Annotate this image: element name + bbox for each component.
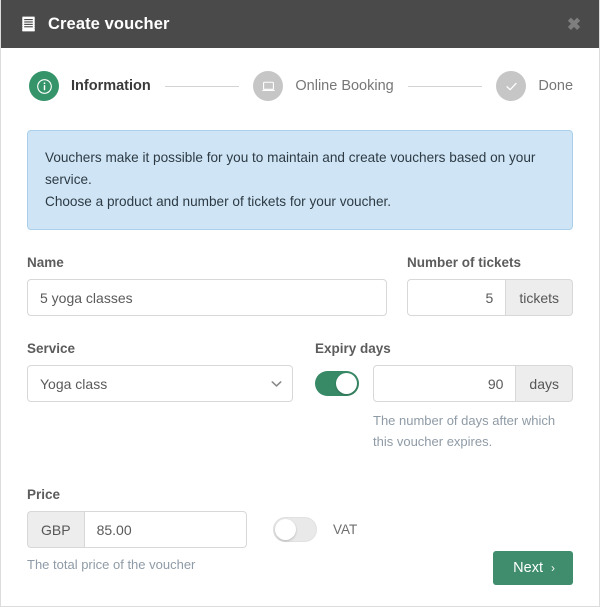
step-done-label: Done xyxy=(538,78,574,94)
expiry-days-input[interactable] xyxy=(373,365,517,403)
step-online-booking-circle xyxy=(253,71,284,101)
info-circle-icon xyxy=(36,78,52,94)
step-information-label: Information xyxy=(71,78,151,94)
vat-label: VAT xyxy=(333,522,358,538)
vat-toggle[interactable] xyxy=(273,517,317,543)
price-controls: GBP VAT xyxy=(27,511,573,549)
vat-toggle-knob xyxy=(275,519,296,541)
field-tickets: Number of tickets tickets xyxy=(387,255,573,317)
expiry-label: Expiry days xyxy=(315,341,391,357)
tickets-input-group: tickets xyxy=(407,279,573,317)
currency-addon: GBP xyxy=(27,511,84,549)
monitor-icon xyxy=(262,81,275,91)
row-service-expiry: Service Yoga class Expiry days 90 days T… xyxy=(27,341,573,452)
expiry-controls: days xyxy=(315,365,573,403)
next-button[interactable]: Next › xyxy=(493,550,573,585)
price-input-group: GBP xyxy=(27,511,247,549)
expiry-input-group: days xyxy=(373,365,573,403)
info-alert-line-1: Vouchers make it possible for you to mai… xyxy=(45,150,536,188)
expiry-toggle[interactable] xyxy=(315,371,359,397)
step-online-booking[interactable]: Online Booking xyxy=(253,71,394,101)
close-icon[interactable]: ✖ xyxy=(565,15,583,33)
modal-footer: Next › xyxy=(493,550,573,585)
chevron-right-icon: › xyxy=(551,560,555,575)
name-label: Name xyxy=(27,255,64,271)
price-label: Price xyxy=(27,487,61,503)
step-information[interactable]: Information xyxy=(29,71,151,101)
next-button-label: Next xyxy=(513,559,543,576)
name-input[interactable] xyxy=(27,279,387,317)
step-online-booking-label: Online Booking xyxy=(295,78,394,94)
service-label: Service xyxy=(27,341,76,357)
wizard-stepper: Information Online Booking Done xyxy=(27,71,573,101)
tickets-label: Number of tickets xyxy=(407,255,522,271)
step-connector-1 xyxy=(164,85,240,87)
expiry-toggle-knob xyxy=(336,373,357,395)
modal-header: Create voucher ✖ xyxy=(1,0,599,48)
info-alert: Vouchers make it possible for you to mai… xyxy=(27,130,573,231)
field-name: Name xyxy=(27,255,387,317)
check-icon xyxy=(506,82,517,90)
service-select[interactable]: Yoga class xyxy=(27,365,293,403)
expiry-unit-addon: days xyxy=(516,365,573,403)
expiry-help-text: The number of days after which this vouc… xyxy=(373,413,556,450)
row-name-tickets: Name Number of tickets tickets xyxy=(27,255,573,317)
tickets-unit-addon: tickets xyxy=(506,279,573,317)
field-service: Service Yoga class xyxy=(27,341,293,452)
step-connector-2 xyxy=(407,85,483,87)
step-done[interactable]: Done xyxy=(496,71,573,101)
price-input[interactable] xyxy=(83,511,247,549)
price-help-text: The total price of the voucher xyxy=(27,557,196,573)
service-select-wrap: Yoga class xyxy=(27,365,293,403)
modal-body: Information Online Booking Done Vouchers… xyxy=(1,71,599,575)
voucher-ticket-icon xyxy=(21,16,36,32)
info-alert-line-2: Choose a product and number of tickets f… xyxy=(45,194,392,210)
step-done-circle xyxy=(496,71,527,101)
create-voucher-modal: Create voucher ✖ Information Online Book… xyxy=(0,0,600,607)
step-information-circle xyxy=(29,71,59,101)
modal-title: Create voucher xyxy=(48,14,170,33)
field-price: Price GBP VAT The total price of the vou… xyxy=(27,487,573,575)
field-expiry: Expiry days days The number of days afte… xyxy=(293,341,573,452)
tickets-input[interactable] xyxy=(407,279,507,317)
